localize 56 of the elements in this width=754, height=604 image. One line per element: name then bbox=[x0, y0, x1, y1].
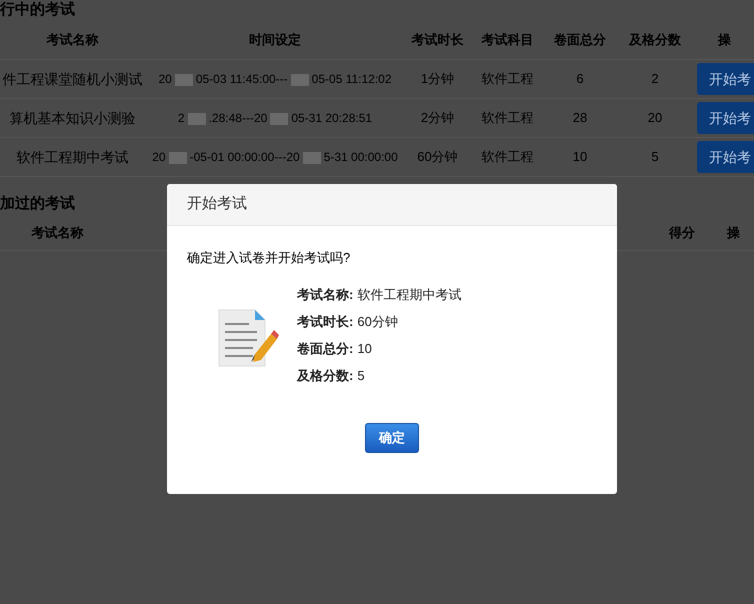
blurred-text bbox=[188, 112, 206, 125]
section-title: 加过的考试 bbox=[0, 194, 75, 214]
table-cell-text: 60分钟 bbox=[416, 148, 459, 166]
table-cell-text: 算机基本知识小测验 bbox=[8, 108, 136, 128]
column-header: 考试名称 bbox=[30, 224, 84, 242]
start-exam-button[interactable]: 开始考 bbox=[697, 63, 754, 95]
time-text: 05-03 11:45:00--- bbox=[196, 72, 288, 86]
document-pencil-icon bbox=[217, 308, 279, 370]
detail-value: 60分钟 bbox=[357, 312, 398, 331]
time-text: 20 bbox=[158, 72, 172, 86]
table-cell-text: 20 bbox=[646, 109, 664, 128]
detail-label: 考试时长: bbox=[297, 312, 354, 331]
blurred-text bbox=[290, 74, 309, 86]
confirm-button[interactable]: 确定 bbox=[365, 422, 419, 452]
dialog-title: 开始考试 bbox=[187, 194, 247, 214]
time-text: -05-01 00:00:00---20 bbox=[190, 150, 300, 164]
table-cell-text: 28 bbox=[572, 109, 588, 128]
column-header: 操 bbox=[716, 30, 732, 49]
table-cell-text: 件工程课堂随机小测试 bbox=[2, 70, 144, 88]
blurred-text bbox=[302, 152, 321, 164]
column-header: 时间设定 bbox=[248, 30, 302, 49]
detail-label: 考试名称: bbox=[297, 286, 354, 304]
confirm-question: 确定进入试卷并开始考试吗? bbox=[187, 249, 352, 267]
column-header: 考试时长 bbox=[410, 30, 464, 49]
time-text: 05-31 20:28:51 bbox=[291, 111, 372, 125]
column-header: 卷面总分 bbox=[553, 30, 607, 49]
table-cell-text: 2分钟 bbox=[420, 109, 456, 128]
table-cell-text: 1分钟 bbox=[420, 70, 456, 88]
table-cell-text: 软件工程 bbox=[480, 109, 534, 128]
table-cell-text: 软件工程 bbox=[480, 70, 534, 88]
blurred-text bbox=[168, 152, 187, 164]
column-header: 考试名称 bbox=[46, 30, 100, 49]
table-cell-text: 软件工程期中考试 bbox=[16, 148, 130, 166]
detail-value: 10 bbox=[357, 340, 372, 358]
table-cell-text: 2 bbox=[650, 70, 660, 88]
column-header: 操 bbox=[726, 224, 740, 242]
detail-label: 卷面总分: bbox=[297, 340, 354, 358]
blurred-text bbox=[270, 112, 288, 125]
time-text: 05-05 11:12:02 bbox=[312, 72, 392, 86]
table-cell-text: 6 bbox=[575, 70, 585, 88]
time-text: 20 bbox=[152, 150, 166, 164]
start-exam-button[interactable]: 开始考 bbox=[697, 141, 754, 173]
time-text: .28:48---20 bbox=[208, 111, 268, 125]
time-text: 5-31 00:00:00 bbox=[324, 150, 398, 164]
table-cell-text: 软件工程 bbox=[480, 148, 534, 166]
time-text: 2 bbox=[178, 111, 185, 125]
column-header: 得分 bbox=[669, 224, 695, 242]
blurred-text bbox=[174, 74, 193, 86]
detail-value: 5 bbox=[357, 366, 365, 385]
start-exam-button[interactable]: 开始考 bbox=[697, 102, 754, 134]
detail-value: 软件工程期中考试 bbox=[357, 286, 462, 304]
table-cell-text: 5 bbox=[650, 148, 660, 166]
table-cell-text: 10 bbox=[572, 148, 588, 166]
column-header: 考试科目 bbox=[480, 30, 534, 49]
detail-label: 及格分数: bbox=[297, 366, 354, 385]
column-header: 及格分数 bbox=[628, 30, 682, 49]
